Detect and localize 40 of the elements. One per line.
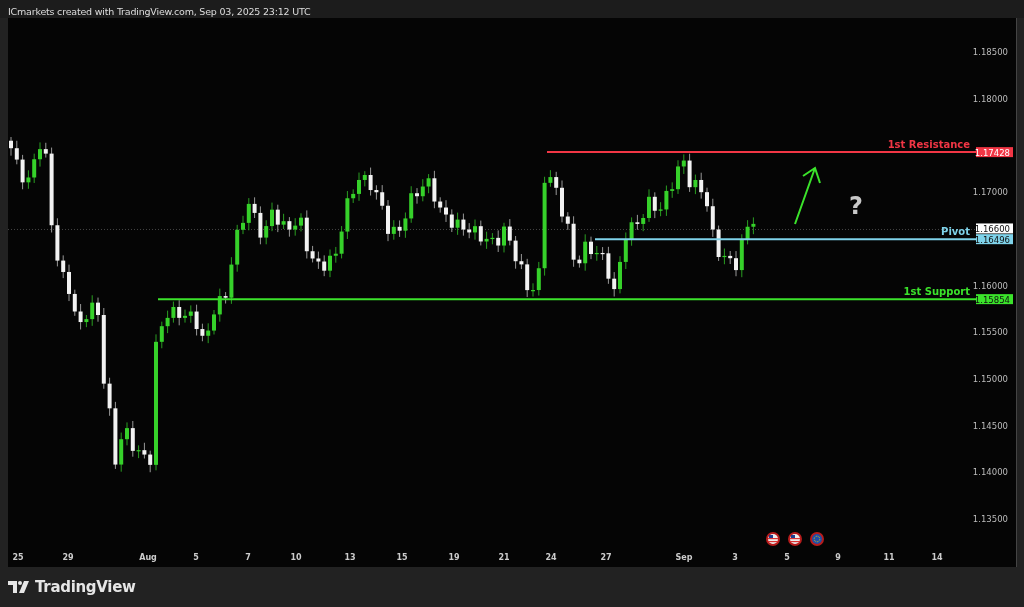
time-axis-label: 10 <box>290 553 302 562</box>
price-tag: 1.17428 <box>974 147 1013 158</box>
level-label: 1st Resistance <box>887 139 970 151</box>
time-axis-label: 14 <box>931 553 943 562</box>
price-axis-label: 1.18500 <box>972 47 1008 57</box>
time-axis-label: 25 <box>12 553 24 562</box>
time-axis-label: 3 <box>732 553 738 562</box>
arrow-up-icon <box>794 166 821 225</box>
time-axis-label: Aug <box>139 553 157 562</box>
flag-icon[interactable] <box>766 532 780 546</box>
price-axis-label: 1.13500 <box>972 514 1008 524</box>
price-axis-label: 1.15000 <box>972 373 1008 384</box>
flag-icon[interactable] <box>788 532 802 546</box>
level-label: Pivot <box>941 226 970 238</box>
time-axis-label: 11 <box>883 553 895 562</box>
time-axis-label: 7 <box>245 553 251 562</box>
price-tag: 1.16496 <box>974 234 1013 245</box>
time-axis-label: 15 <box>396 553 408 562</box>
price-axis-label: 1.14000 <box>972 467 1008 478</box>
time-axis-label: 27 <box>600 553 612 562</box>
time-axis-label: 5 <box>193 553 199 562</box>
price-axis-label: 1.18000 <box>972 93 1008 104</box>
time-axis-label: 29 <box>62 553 74 562</box>
time-axis-label: 9 <box>835 553 841 562</box>
price-axis-label: 1.16000 <box>972 280 1008 291</box>
price-tag: 1.15854 <box>974 294 1013 305</box>
time-axis-label: 13 <box>344 553 356 562</box>
time-axis-label: 19 <box>448 553 460 562</box>
time-axis-label: 24 <box>545 553 557 562</box>
price-axis-label: 1.17000 <box>972 187 1008 198</box>
tradingview-logo-icon <box>8 581 30 593</box>
chart-caption: ICmarkets created with TradingView.com, Sep 03, 2025 23:12 UTC <box>8 5 311 19</box>
question-mark: ? <box>849 192 863 220</box>
time-axis-label: 21 <box>498 553 510 562</box>
time-axis-label: Sep <box>675 553 693 562</box>
price-axis-label: 1.14500 <box>972 420 1008 431</box>
time-axis-label: 5 <box>784 553 790 562</box>
level-label: 1st Support <box>903 286 970 298</box>
brand-name: TradingView <box>35 578 136 596</box>
price-axis-label: 1.15500 <box>972 327 1008 338</box>
